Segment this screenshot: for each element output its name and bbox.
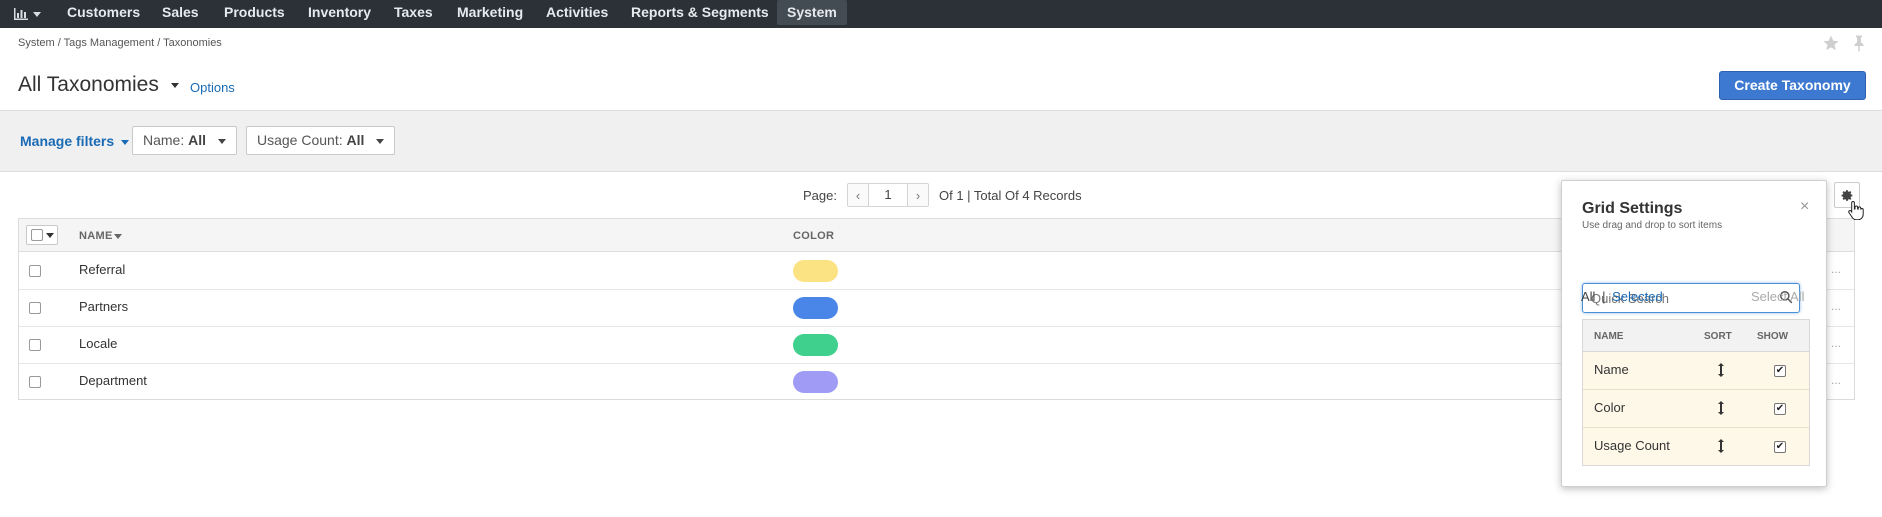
sort-caret-icon	[113, 233, 122, 239]
settings-col-name: NAME	[1594, 331, 1624, 342]
top-navigation: Customers Sales Products Inventory Taxes…	[0, 0, 1882, 28]
dashboard-menu[interactable]	[14, 0, 41, 28]
row-checkbox[interactable]	[29, 302, 41, 314]
chevron-down-icon	[170, 82, 179, 88]
breadcrumb: System / Tags Management / Taxonomies	[18, 37, 222, 49]
settings-col-show: SHOW	[1757, 331, 1789, 342]
page-label: Page:	[803, 187, 837, 203]
grid-settings-popover: Grid Settings Use drag and drop to sort …	[1561, 180, 1827, 487]
filters-bar: Manage filters Name: All Usage Count: Al…	[0, 110, 1882, 172]
color-swatch	[793, 334, 838, 356]
scope-switch: All | Selected	[1581, 289, 1663, 304]
settings-row-label: Color	[1594, 400, 1626, 415]
bar-chart-icon	[14, 8, 28, 20]
close-icon[interactable]: ×	[1800, 198, 1809, 216]
settings-row-label: Name	[1594, 362, 1629, 377]
row-checkbox[interactable]	[29, 265, 41, 277]
row-checkbox[interactable]	[29, 339, 41, 351]
chevron-down-icon	[46, 233, 54, 238]
select-all-link[interactable]: Select All	[1751, 289, 1804, 304]
grid-settings-title: Grid Settings	[1582, 200, 1683, 217]
color-swatch	[793, 260, 838, 282]
name-filter-value: All	[188, 132, 207, 148]
nav-system[interactable]: System	[777, 0, 847, 25]
column-header-color[interactable]: COLOR	[793, 230, 834, 242]
nav-customers[interactable]: Customers	[67, 0, 140, 28]
scope-selected-link[interactable]: Selected	[1612, 289, 1663, 304]
grid-settings-table: NAME SORT SHOW Name ✔ Color ✔ Usage Coun…	[1582, 319, 1810, 466]
page-title-text: All Taxonomies	[18, 73, 159, 96]
page-navigator: ‹ 1 ›	[846, 183, 929, 207]
chevron-down-icon	[121, 139, 130, 145]
grid-settings-header: NAME SORT SHOW	[1583, 320, 1809, 352]
settings-row-usage-count[interactable]: Usage Count ✔	[1583, 428, 1809, 465]
nav-marketing[interactable]: Marketing	[457, 0, 523, 28]
usage-count-filter-value: All	[346, 132, 365, 148]
pager: Page: ‹ 1 › Of 1 | Total Of 4 Records	[803, 183, 1082, 207]
manage-filters-label: Manage filters	[20, 133, 115, 149]
usage-count-filter[interactable]: Usage Count: All	[246, 126, 396, 155]
color-swatch	[793, 371, 838, 393]
create-taxonomy-button[interactable]: Create Taxonomy	[1719, 71, 1866, 100]
star-icon[interactable]	[1822, 34, 1840, 52]
settings-row-color[interactable]: Color ✔	[1583, 390, 1809, 428]
show-checkbox[interactable]: ✔	[1774, 365, 1786, 377]
row-actions-icon[interactable]: ...	[1831, 336, 1841, 350]
select-all-checkbox[interactable]	[31, 229, 43, 241]
row-name: Referral	[79, 262, 126, 277]
chevron-down-icon	[217, 138, 226, 144]
nav-reports-segments[interactable]: Reports & Segments	[631, 0, 769, 28]
manage-filters-button[interactable]: Manage filters	[20, 133, 130, 149]
mass-select-dropdown[interactable]	[26, 225, 58, 245]
show-checkbox[interactable]: ✔	[1774, 403, 1786, 415]
scope-separator: |	[1602, 289, 1606, 304]
nav-inventory[interactable]: Inventory	[308, 0, 371, 28]
column-header-name[interactable]: NAME	[79, 230, 122, 242]
sort-handle-icon[interactable]	[1717, 363, 1725, 377]
settings-col-sort: SORT	[1704, 331, 1732, 342]
nav-sales[interactable]: Sales	[162, 0, 199, 28]
nav-activities[interactable]: Activities	[546, 0, 608, 28]
row-actions-icon[interactable]: ...	[1831, 299, 1841, 313]
page-title[interactable]: All Taxonomies	[18, 73, 179, 97]
row-actions-icon[interactable]: ...	[1831, 373, 1841, 387]
row-actions-icon[interactable]: ...	[1831, 262, 1841, 276]
records-summary: Of 1 | Total Of 4 Records	[938, 187, 1082, 203]
options-link[interactable]: Options	[190, 80, 235, 95]
pin-icon[interactable]	[1850, 34, 1868, 52]
page-number-input[interactable]: 1	[867, 184, 908, 206]
row-name: Department	[79, 373, 147, 388]
name-filter-label: Name:	[143, 132, 185, 148]
chevron-down-icon	[376, 138, 385, 144]
nav-taxes[interactable]: Taxes	[394, 0, 433, 28]
show-checkbox[interactable]: ✔	[1774, 441, 1786, 453]
scope-all-link[interactable]: All	[1581, 289, 1595, 304]
chevron-down-icon	[33, 11, 41, 17]
usage-count-filter-label: Usage Count:	[257, 132, 343, 148]
grid-settings-subtitle: Use drag and drop to sort items	[1582, 220, 1723, 231]
chevron-right-icon[interactable]: ›	[908, 188, 928, 203]
hand-cursor-icon	[1848, 200, 1864, 220]
settings-row-name[interactable]: Name ✔	[1583, 352, 1809, 390]
header-icons	[1822, 34, 1868, 52]
row-checkbox[interactable]	[29, 376, 41, 388]
settings-row-label: Usage Count	[1594, 438, 1670, 453]
color-swatch	[793, 297, 838, 319]
row-name: Partners	[79, 299, 129, 314]
chevron-left-icon[interactable]: ‹	[848, 188, 868, 203]
row-name: Locale	[79, 336, 118, 351]
column-header-name-label: NAME	[79, 230, 113, 242]
sort-handle-icon[interactable]	[1717, 401, 1725, 415]
sort-handle-icon[interactable]	[1717, 439, 1725, 453]
nav-products[interactable]: Products	[224, 0, 285, 28]
name-filter[interactable]: Name: All	[132, 126, 237, 155]
